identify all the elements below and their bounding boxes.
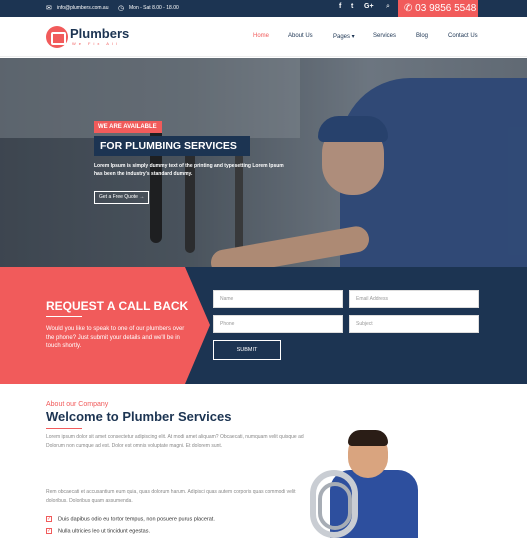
- hose-coil-image: [318, 482, 352, 530]
- arrow-right-icon: →: [139, 194, 145, 200]
- check-label: Nulla ultricies leo ut tincidunt egestas…: [58, 528, 151, 535]
- phone-number: 03 9856 5548: [415, 3, 477, 14]
- twitter-icon[interactable]: t: [351, 3, 353, 10]
- brand-tagline: We Fix All: [72, 41, 120, 46]
- envelope-icon: ✉: [46, 5, 52, 12]
- nav-contact[interactable]: Contact Us: [448, 33, 478, 39]
- callback-text: Would you like to speak to one of our pl…: [46, 326, 185, 349]
- nav-about[interactable]: About Us: [288, 33, 313, 39]
- top-hours: Mon - Sat 8.00 - 18.00: [129, 5, 179, 11]
- nav-home[interactable]: Home: [253, 33, 269, 39]
- clock-icon: ◷: [118, 5, 125, 12]
- facebook-icon[interactable]: f: [339, 3, 341, 10]
- quote-label: Get a Free Quote: [99, 194, 138, 200]
- check-icon: ✓: [46, 528, 52, 534]
- top-bar: ✉ info@plumbers.com.au ◷ Mon - Sat 8.00 …: [0, 0, 527, 17]
- nav-blog[interactable]: Blog: [416, 33, 428, 39]
- email-field[interactable]: Email Address: [349, 290, 479, 308]
- free-quote-button[interactable]: Get a Free Quote →: [94, 191, 149, 204]
- search-icon[interactable]: ⌕: [386, 3, 390, 11]
- name-field[interactable]: Name: [213, 290, 343, 308]
- brand-name[interactable]: Plumbers: [70, 26, 129, 41]
- check-label: Duis dapibus odio eu tortor tempus, non …: [58, 516, 215, 523]
- submit-button[interactable]: SUBMIT: [213, 340, 281, 360]
- hero-title: FOR PLUMBING SERVICES: [94, 136, 250, 156]
- about-title: Welcome to Plumber Services: [46, 409, 232, 424]
- plumber-hair-image: [348, 430, 388, 446]
- phone-field[interactable]: Phone: [213, 315, 343, 333]
- subject-field[interactable]: Subject: [349, 315, 479, 333]
- about-paragraph: Rem obcaecati et accusantium eum quia, q…: [46, 489, 296, 504]
- callback-title: REQUEST A CALL BACK: [46, 299, 189, 313]
- check-item: ✓ Duis dapibus odio eu tortor tempus, non…: [46, 516, 215, 522]
- hero-badge: WE ARE AVAILABLE: [94, 121, 162, 133]
- about-subtitle: About our Company: [46, 401, 109, 408]
- site-header: Plumbers We Fix All Home About Us Pages …: [0, 17, 527, 57]
- check-item: ✓ Nulla ultricies leo ut tincidunt egesta…: [46, 528, 150, 534]
- divider: [46, 428, 82, 429]
- phone-box[interactable]: ✆ 03 9856 5548: [398, 0, 478, 17]
- check-icon: ✓: [46, 516, 52, 522]
- about-paragraph: Lorem ipsum dolor sit amet consectetur a…: [46, 434, 304, 449]
- logo-icon[interactable]: [46, 26, 68, 48]
- phone-icon: ✆: [404, 3, 413, 14]
- nav-services[interactable]: Services: [373, 33, 396, 39]
- nav-pages[interactable]: Pages ▾: [333, 33, 355, 40]
- divider: [46, 316, 82, 317]
- top-email[interactable]: info@plumbers.com.au: [57, 5, 109, 11]
- google-plus-icon[interactable]: G+: [364, 3, 374, 10]
- hero-text: Lorem Ipsum is simply dummy text of the …: [94, 163, 284, 177]
